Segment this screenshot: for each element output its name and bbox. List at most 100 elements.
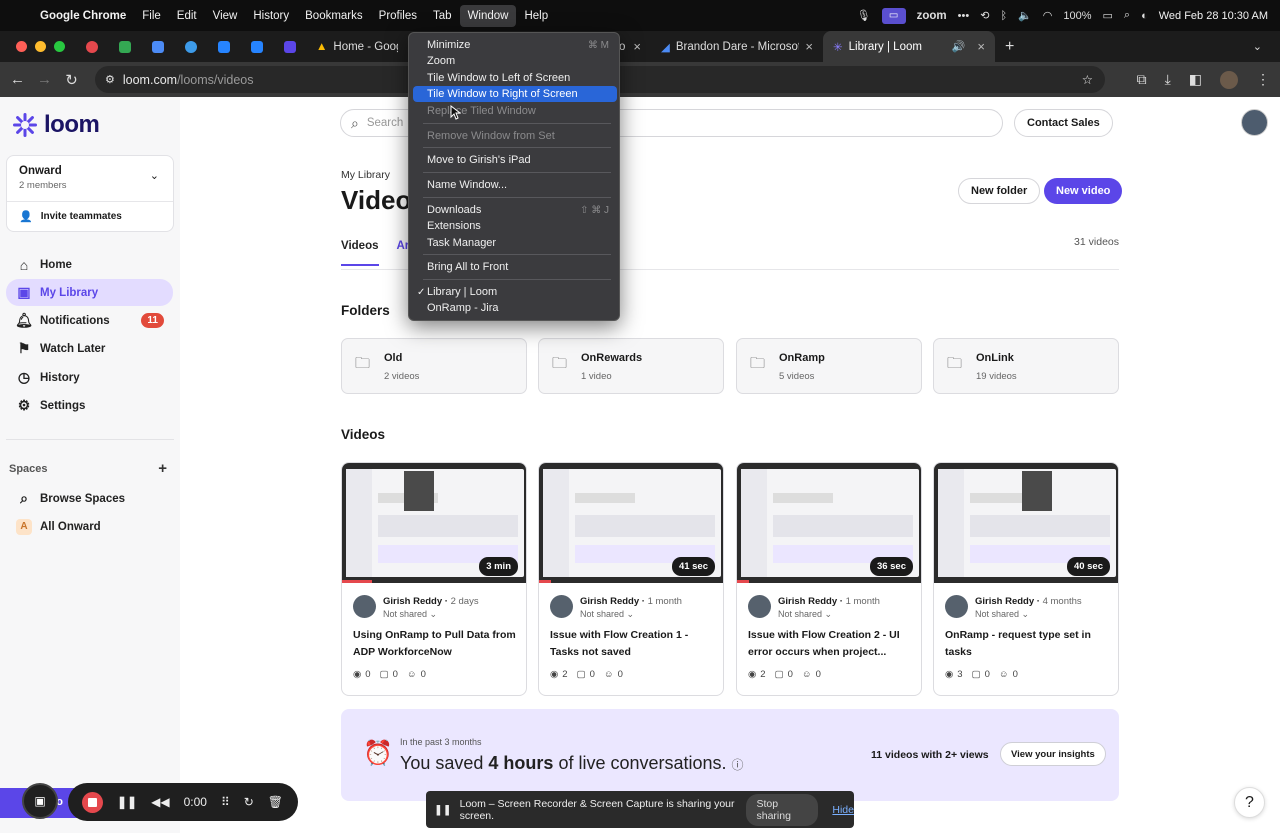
- download-icon[interactable]: ⤓: [1165, 71, 1171, 88]
- back-icon[interactable]: ←: [4, 71, 31, 88]
- workspace-switcher[interactable]: Onward 2 members ⌄ 👤 Invite teammates: [6, 155, 174, 232]
- rewind-icon[interactable]: ⟲: [980, 9, 989, 22]
- menu-tab[interactable]: Tab: [425, 0, 460, 31]
- pause-icon[interactable]: ❚❚: [117, 795, 137, 809]
- grid-icon[interactable]: ⠿: [221, 795, 230, 809]
- share-status[interactable]: Not shared ⌄: [580, 609, 634, 620]
- speaker-icon[interactable]: 🔊: [952, 40, 966, 53]
- loom-logo[interactable]: loom: [12, 111, 100, 139]
- sidebar-item-history[interactable]: ◷ History: [6, 364, 173, 391]
- menu-help[interactable]: Help: [516, 0, 556, 31]
- video-title[interactable]: Issue with Flow Creation 2 - UI error oc…: [748, 627, 916, 661]
- camera-icon[interactable]: ▣: [22, 783, 58, 819]
- menu-item-window-loom[interactable]: ✓ Library | Loom: [413, 284, 617, 300]
- rewind-icon[interactable]: ◀◀: [151, 795, 169, 809]
- more-menu-icon[interactable]: ⋮: [1256, 71, 1270, 88]
- info-icon[interactable]: ⓘ: [732, 758, 744, 772]
- reload-icon[interactable]: ↻: [58, 71, 85, 89]
- browser-tab-active[interactable]: ✳ Library | Loom 🔊 ×: [823, 31, 995, 62]
- folder-card[interactable]: 🗀 OnLink 19 videos: [933, 338, 1119, 394]
- new-video-button[interactable]: New video: [1044, 178, 1123, 204]
- browser-tab[interactable]: ▲ Home - Google D: [306, 31, 398, 62]
- sidebar-item-home[interactable]: ⌂ Home: [6, 251, 173, 278]
- new-folder-button[interactable]: New folder: [958, 178, 1041, 204]
- microphone-icon[interactable]: 🎙: [857, 9, 871, 22]
- breadcrumb[interactable]: My Library: [341, 169, 390, 181]
- menu-item-task-manager[interactable]: Task Manager: [413, 235, 617, 251]
- pinned-tab[interactable]: [108, 31, 141, 62]
- profile-avatar[interactable]: [1220, 70, 1238, 89]
- menu-item-zoom[interactable]: Zoom: [413, 53, 617, 69]
- contact-sales-button[interactable]: Contact Sales: [1014, 109, 1113, 137]
- menu-bookmarks[interactable]: Bookmarks: [297, 0, 371, 31]
- extensions-icon[interactable]: ⧉: [1137, 71, 1147, 88]
- volume-icon[interactable]: 🔈: [1018, 9, 1032, 22]
- menu-history[interactable]: History: [245, 0, 297, 31]
- wifi-icon[interactable]: ◠: [1043, 9, 1053, 22]
- side-panel-icon[interactable]: ◧: [1189, 71, 1202, 88]
- video-card[interactable]: 3 min Girish Reddy · 2 days Not shared ⌄…: [341, 462, 527, 696]
- stop-recording-button[interactable]: [82, 791, 103, 813]
- forward-icon[interactable]: →: [31, 71, 58, 88]
- screen-share-icon[interactable]: ▭: [881, 7, 906, 24]
- folder-card[interactable]: 🗀 OnRewards 1 video: [538, 338, 724, 394]
- bluetooth-icon[interactable]: ᛒ: [1000, 10, 1007, 22]
- new-tab-button[interactable]: +: [995, 31, 1024, 62]
- video-title[interactable]: Using OnRamp to Pull Data from ADP Workf…: [353, 627, 521, 661]
- browser-tab[interactable]: ◢ Brandon Dare - Microsoft Azu ×: [651, 31, 823, 62]
- menu-item-extensions[interactable]: Extensions: [413, 218, 617, 234]
- dots-icon[interactable]: •••: [958, 10, 970, 22]
- video-title[interactable]: Issue with Flow Creation 1 - Tasks not s…: [550, 627, 718, 661]
- view-insights-button[interactable]: View your insights: [1000, 742, 1106, 766]
- site-settings-icon[interactable]: ⚙: [105, 73, 115, 86]
- menu-item-tile-left[interactable]: Tile Window to Left of Screen: [413, 70, 617, 86]
- close-tab-icon[interactable]: ×: [633, 39, 641, 54]
- sidebar-item-settings[interactable]: ⚙ Settings: [6, 392, 173, 419]
- control-center-icon[interactable]: ◐: [1141, 10, 1148, 22]
- close-tab-icon[interactable]: ×: [977, 39, 985, 54]
- restart-icon[interactable]: ↻: [244, 795, 254, 809]
- fullscreen-window-button[interactable]: [54, 41, 65, 52]
- close-tab-icon[interactable]: ×: [805, 39, 813, 54]
- minimize-window-button[interactable]: [35, 41, 46, 52]
- sidebar-item-watch-later[interactable]: ⚑ Watch Later: [6, 335, 173, 362]
- menu-profiles[interactable]: Profiles: [371, 0, 425, 31]
- add-space-icon[interactable]: +: [158, 460, 167, 477]
- tab-search-button[interactable]: ⌄: [1243, 31, 1272, 62]
- tab-videos[interactable]: Videos: [341, 240, 379, 266]
- share-status[interactable]: Not shared ⌄: [778, 609, 832, 620]
- pinned-tab[interactable]: [240, 31, 273, 62]
- user-avatar[interactable]: [1241, 109, 1268, 136]
- spotlight-search-icon[interactable]: ⌕: [1124, 9, 1130, 22]
- pinned-tab[interactable]: [174, 31, 207, 62]
- menu-item-minimize[interactable]: Minimize ⌘ M: [413, 37, 617, 53]
- close-window-button[interactable]: [16, 41, 27, 52]
- menu-item-move-to-ipad[interactable]: Move to Girish's iPad: [413, 152, 617, 168]
- video-card[interactable]: 41 sec Girish Reddy · 1 month Not shared…: [538, 462, 724, 696]
- video-card[interactable]: 36 sec Girish Reddy · 1 month Not shared…: [736, 462, 922, 696]
- pinned-tab[interactable]: [75, 31, 108, 62]
- menu-item-window-jira[interactable]: OnRamp - Jira: [413, 300, 617, 316]
- sidebar-item-notifications[interactable]: 🔔︎ Notifications 11: [6, 307, 173, 334]
- share-status[interactable]: Not shared ⌄: [383, 609, 437, 620]
- trash-icon[interactable]: 🗑: [268, 795, 283, 809]
- video-card[interactable]: 40 sec Girish Reddy · 4 months Not share…: [933, 462, 1119, 696]
- menu-view[interactable]: View: [205, 0, 246, 31]
- invite-teammates-button[interactable]: 👤 Invite teammates: [19, 210, 122, 223]
- share-status[interactable]: Not shared ⌄: [975, 609, 1029, 620]
- pinned-tab[interactable]: [141, 31, 174, 62]
- menu-item-tile-right[interactable]: Tile Window to Right of Screen: [413, 86, 617, 102]
- menu-item-bring-all-to-front[interactable]: Bring All to Front: [413, 259, 617, 275]
- sidebar-item-my-library[interactable]: ▣ My Library: [6, 279, 173, 306]
- sidebar-item-browse-spaces[interactable]: ⌕ Browse Spaces: [6, 485, 173, 512]
- bookmark-star-icon[interactable]: ☆: [1082, 72, 1093, 87]
- menu-app-name[interactable]: Google Chrome: [40, 0, 134, 31]
- menu-item-downloads[interactable]: Downloads ⇧ ⌘ J: [413, 202, 617, 218]
- folder-card[interactable]: 🗀 Old 2 videos: [341, 338, 527, 394]
- sidebar-item-all-onward[interactable]: A All Onward: [6, 513, 173, 540]
- video-title[interactable]: OnRamp - request type set in tasks: [945, 627, 1113, 661]
- menu-edit[interactable]: Edit: [169, 0, 205, 31]
- folder-card[interactable]: 🗀 OnRamp 5 videos: [736, 338, 922, 394]
- stop-sharing-button[interactable]: Stop sharing: [746, 793, 819, 826]
- hide-button[interactable]: Hide: [832, 804, 854, 816]
